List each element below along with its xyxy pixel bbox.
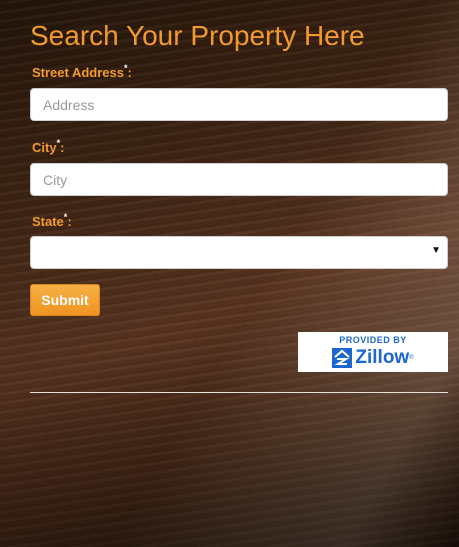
registered-mark: ® (409, 355, 414, 361)
required-marker: * (56, 138, 61, 148)
submit-button[interactable]: Submit (30, 284, 100, 316)
city-input[interactable] (30, 163, 448, 196)
state-label: State*: (32, 212, 72, 229)
zillow-badge[interactable]: PROVIDED BY Zillow ® (298, 332, 448, 372)
background-shade-overlay (0, 347, 459, 547)
zillow-logo-icon (332, 348, 353, 368)
state-select[interactable]: ▼ (30, 236, 448, 269)
dropdown-arrow-icon: ▼ (431, 245, 441, 256)
page-title: Search Your Property Here (30, 20, 365, 51)
divider (30, 392, 448, 393)
street-address-input[interactable] (30, 88, 448, 121)
provided-by-text: PROVIDED BY (339, 335, 407, 345)
required-marker: * (63, 212, 68, 222)
zillow-logo: Zillow ® (298, 347, 448, 369)
street-address-label: Street Address*: (32, 63, 132, 80)
zillow-wordmark: Zillow (355, 347, 410, 368)
required-marker: * (124, 63, 128, 73)
city-label: City*: (32, 138, 65, 155)
